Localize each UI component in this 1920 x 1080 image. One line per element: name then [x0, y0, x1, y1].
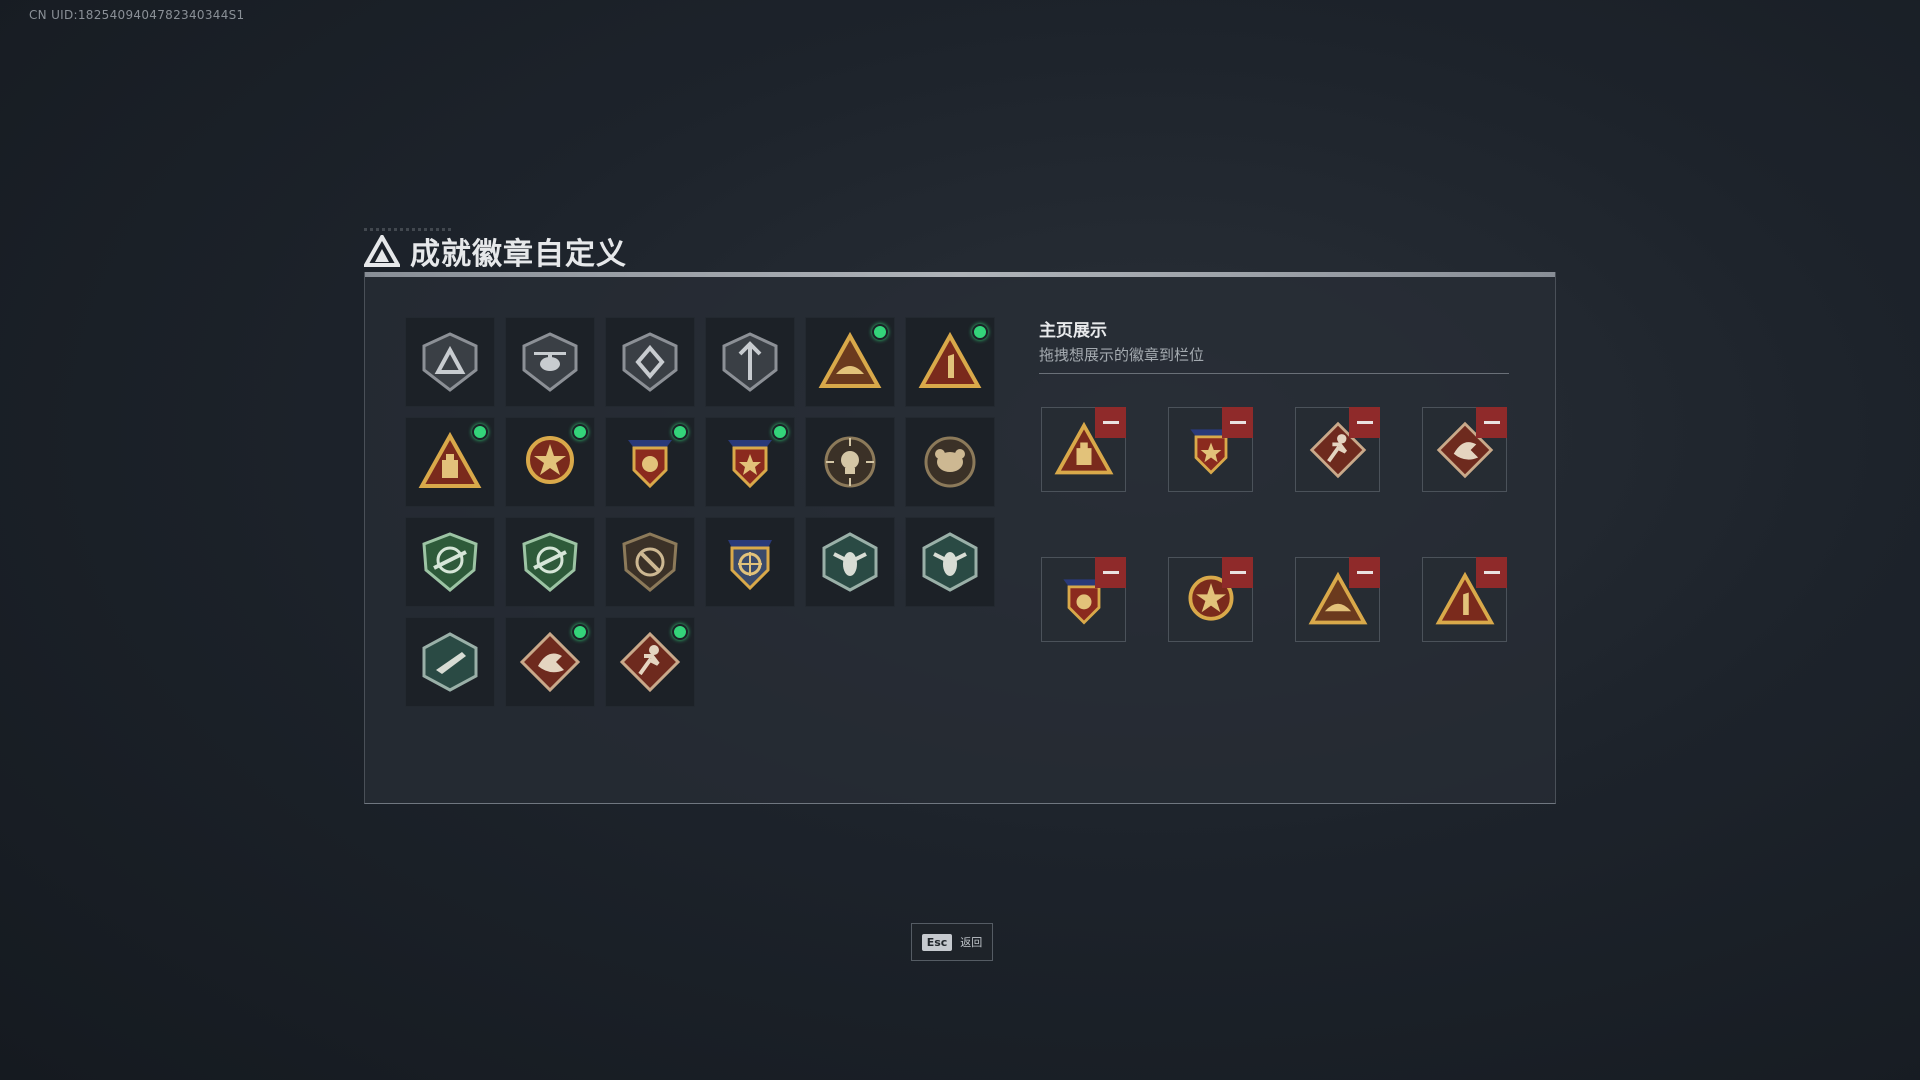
- badge-slot[interactable]: [905, 317, 995, 407]
- minus-icon: [1356, 421, 1373, 424]
- panel-top-bar: [365, 272, 1555, 277]
- remove-badge-button[interactable]: [1095, 407, 1126, 438]
- triangle-logo-icon: [364, 235, 400, 267]
- gun-hexagon-icon: [422, 632, 478, 692]
- minus-icon: [1483, 571, 1500, 574]
- uid-text: CN UID:1825409404782340344S1: [29, 8, 245, 22]
- badge-slot[interactable]: [705, 417, 795, 507]
- badge-slot[interactable]: [705, 517, 795, 607]
- remove-badge-button[interactable]: [1349, 557, 1380, 588]
- new-indicator: [872, 324, 888, 340]
- badge-slot[interactable]: [405, 517, 495, 607]
- ammo-triangle-icon: [418, 431, 482, 488]
- badge-slot[interactable]: [805, 517, 895, 607]
- minus-icon: [1102, 421, 1119, 424]
- new-indicator: [672, 424, 688, 440]
- number-one-triangle-icon: [918, 331, 982, 388]
- esc-key-hint: Esc: [921, 933, 953, 951]
- beast-round-icon: [924, 436, 976, 488]
- showcase-divider: [1039, 373, 1509, 374]
- badge-slot[interactable]: [505, 517, 595, 607]
- new-indicator: [672, 624, 688, 640]
- winged-star-medal-icon: [728, 440, 772, 489]
- badge-slot[interactable]: [705, 317, 795, 407]
- golden-pyramid-icon: [818, 331, 882, 388]
- badge-slot[interactable]: [805, 317, 895, 407]
- showcase-slot[interactable]: [1295, 407, 1380, 492]
- diamond-shield-icon: [622, 332, 678, 392]
- showcase-title: 主页展示: [1039, 321, 1107, 341]
- remove-badge-button[interactable]: [1476, 407, 1507, 438]
- remove-badge-button[interactable]: [1349, 407, 1380, 438]
- golden-target-medal-icon: [728, 540, 772, 591]
- badge-slot[interactable]: [405, 317, 495, 407]
- showcase-slot[interactable]: [1168, 557, 1253, 642]
- remove-badge-button[interactable]: [1222, 407, 1253, 438]
- runner-diamond-icon: [619, 631, 681, 693]
- badge-slot[interactable]: [605, 417, 695, 507]
- badge-slot[interactable]: [405, 617, 495, 707]
- minus-icon: [1356, 571, 1373, 574]
- new-indicator: [572, 424, 588, 440]
- badge-slot[interactable]: [505, 617, 595, 707]
- minus-icon: [1229, 571, 1246, 574]
- showcase-slot[interactable]: [1041, 557, 1126, 642]
- remove-badge-button[interactable]: [1095, 557, 1126, 588]
- new-indicator: [772, 424, 788, 440]
- green-rifle-shield-icon: [522, 532, 578, 592]
- minus-icon: [1102, 571, 1119, 574]
- badge-slot[interactable]: [605, 517, 695, 607]
- minus-icon: [1483, 421, 1500, 424]
- showcase-slot[interactable]: [1422, 407, 1507, 492]
- showcase-subtitle: 拖拽想展示的徽章到栏位: [1039, 346, 1205, 364]
- badge-slot[interactable]: [605, 617, 695, 707]
- back-button[interactable]: Esc 返回: [911, 923, 993, 961]
- minus-icon: [1229, 421, 1246, 424]
- winged-medal-icon: [628, 440, 672, 489]
- dragon-diamond-icon: [519, 631, 581, 693]
- badge-slot[interactable]: [505, 417, 595, 507]
- remove-badge-button[interactable]: [1222, 557, 1253, 588]
- skull-crosshair-icon: [824, 436, 876, 488]
- back-label: 返回: [960, 936, 983, 949]
- new-indicator: [572, 624, 588, 640]
- badge-slot[interactable]: [905, 517, 995, 607]
- page-title: 成就徽章自定义: [410, 237, 627, 272]
- showcase-slot[interactable]: [1041, 407, 1126, 492]
- badge-slot[interactable]: [805, 417, 895, 507]
- green-rifle-shield-icon: [422, 532, 478, 592]
- window-header: 成就徽章自定义: [364, 230, 627, 272]
- new-indicator: [972, 324, 988, 340]
- badge-slot[interactable]: [505, 317, 595, 407]
- arrow-shield-icon: [722, 332, 778, 392]
- badge-grid: [405, 317, 995, 707]
- wasp-hexagon-icon: [822, 532, 878, 592]
- showcase-slot[interactable]: [1422, 557, 1507, 642]
- star-medal-icon: [526, 436, 574, 484]
- badge-slot[interactable]: [405, 417, 495, 507]
- knife-round-shield-icon: [622, 532, 678, 592]
- wasp-hexagon-icon: [922, 532, 978, 592]
- helicopter-shield-icon: [522, 332, 578, 392]
- badge-slot[interactable]: [605, 317, 695, 407]
- new-indicator: [472, 424, 488, 440]
- badge-slot[interactable]: [905, 417, 995, 507]
- showcase-slot[interactable]: [1168, 407, 1253, 492]
- badge-panel: 主页展示 拖拽想展示的徽章到栏位: [364, 272, 1556, 804]
- remove-badge-button[interactable]: [1476, 557, 1507, 588]
- showcase-slot[interactable]: [1295, 557, 1380, 642]
- shield-triangle-icon: [422, 332, 478, 392]
